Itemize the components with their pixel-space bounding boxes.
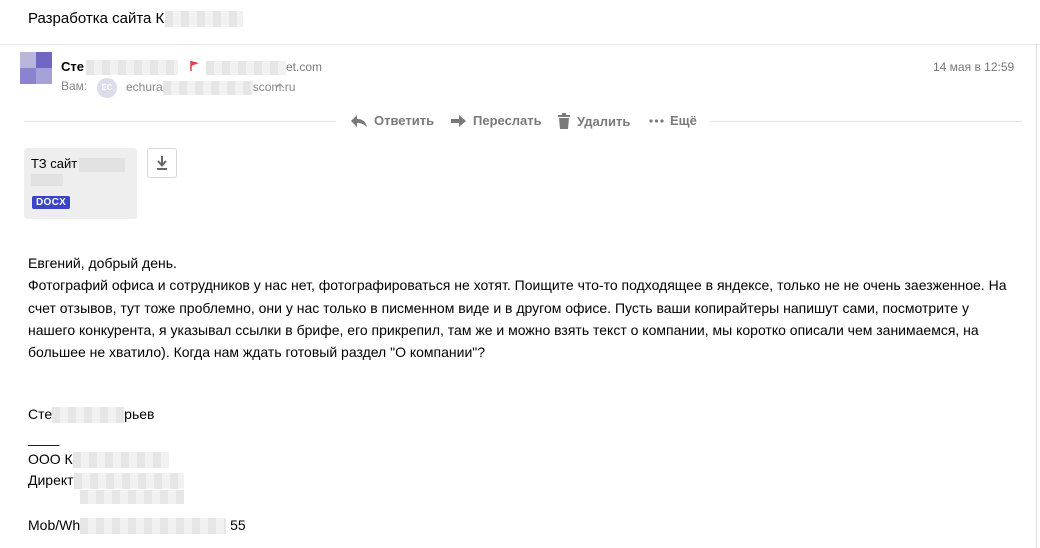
more-button[interactable]: Ещё: [649, 113, 697, 128]
message-paragraph: Фотографий офиса и сотрудников у нас нет…: [28, 277, 1007, 361]
toolbar-divider-right: [710, 121, 1022, 122]
reply-label: Ответить: [374, 113, 435, 128]
redacted-block: [79, 157, 126, 172]
reply-icon: [351, 114, 367, 127]
signature-name: Сте рьев: [28, 406, 155, 424]
attachment-name-text: ТЗ сайт: [31, 156, 78, 171]
signature-company: ООО К: [28, 451, 169, 469]
redacted-block: [86, 60, 178, 76]
file-type-badge: DOCX: [32, 196, 71, 209]
signature-company-text: ООО К: [28, 451, 73, 467]
attachment-card[interactable]: ТЗ сайт DOCX: [24, 148, 137, 219]
download-button[interactable]: [147, 148, 177, 178]
redacted-block: [72, 452, 169, 469]
sender-name[interactable]: Сте: [61, 59, 178, 76]
email-date: 14 мая в 12:59: [933, 60, 1015, 74]
subject-text: Разработка сайта К: [28, 10, 165, 27]
toolbar-divider-left: [24, 121, 336, 122]
signature-position: Директ: [28, 472, 184, 490]
signature-separator: ____: [28, 430, 60, 446]
delete-label: Удалить: [577, 113, 631, 129]
more-label: Ещё: [670, 113, 697, 128]
forward-label: Переслать: [473, 113, 542, 128]
redacted-block: [162, 80, 253, 95]
signature-position-text: Директ: [28, 472, 74, 488]
redacted-block: [80, 490, 184, 504]
chevron-up-icon[interactable]: [274, 81, 286, 91]
trash-icon: [558, 113, 570, 129]
signature-phone-start: Mob/Wh: [28, 517, 81, 533]
email-subject: Разработка сайта К: [28, 10, 244, 28]
redacted-block: [52, 407, 125, 424]
redacted-block: [73, 473, 184, 490]
signature-phone: Mob/Wh 55: [28, 517, 246, 535]
redacted-block: [31, 174, 63, 186]
forward-button[interactable]: Переслать: [450, 113, 542, 128]
delete-button[interactable]: Удалить: [557, 113, 630, 129]
forward-icon: [451, 114, 466, 127]
sender-email-text: et.com: [286, 60, 323, 74]
signature-name-start: Сте: [28, 406, 53, 422]
recipient-email-start: echura: [126, 80, 163, 94]
redacted-block: [206, 60, 286, 75]
sender-name-text: Сте: [61, 59, 84, 74]
sender-avatar[interactable]: [20, 52, 52, 84]
recipient-email[interactable]: echura scom.ru: [126, 80, 295, 95]
message-body: Евгений, добрый день. Фотографий офиса и…: [28, 252, 1018, 363]
more-dots-icon: [649, 118, 664, 123]
attachment-name: ТЗ сайт: [31, 156, 126, 172]
reply-button[interactable]: Ответить: [350, 113, 434, 128]
external-sender-icon: [190, 61, 199, 71]
message-greeting: Евгений, добрый день.: [28, 255, 177, 271]
signature-name-end: рьев: [124, 406, 155, 422]
signature-phone-end: 55: [230, 517, 246, 533]
panel-border: [1036, 44, 1037, 548]
download-icon: [157, 156, 167, 170]
redacted-block: [165, 11, 244, 28]
redacted-block: [80, 518, 227, 535]
subject-bar: Разработка сайта К: [0, 0, 1040, 45]
sender-email[interactable]: et.com: [206, 60, 322, 75]
recipient-avatar: EC: [97, 78, 117, 98]
recipient-label: Вам:: [61, 79, 88, 93]
